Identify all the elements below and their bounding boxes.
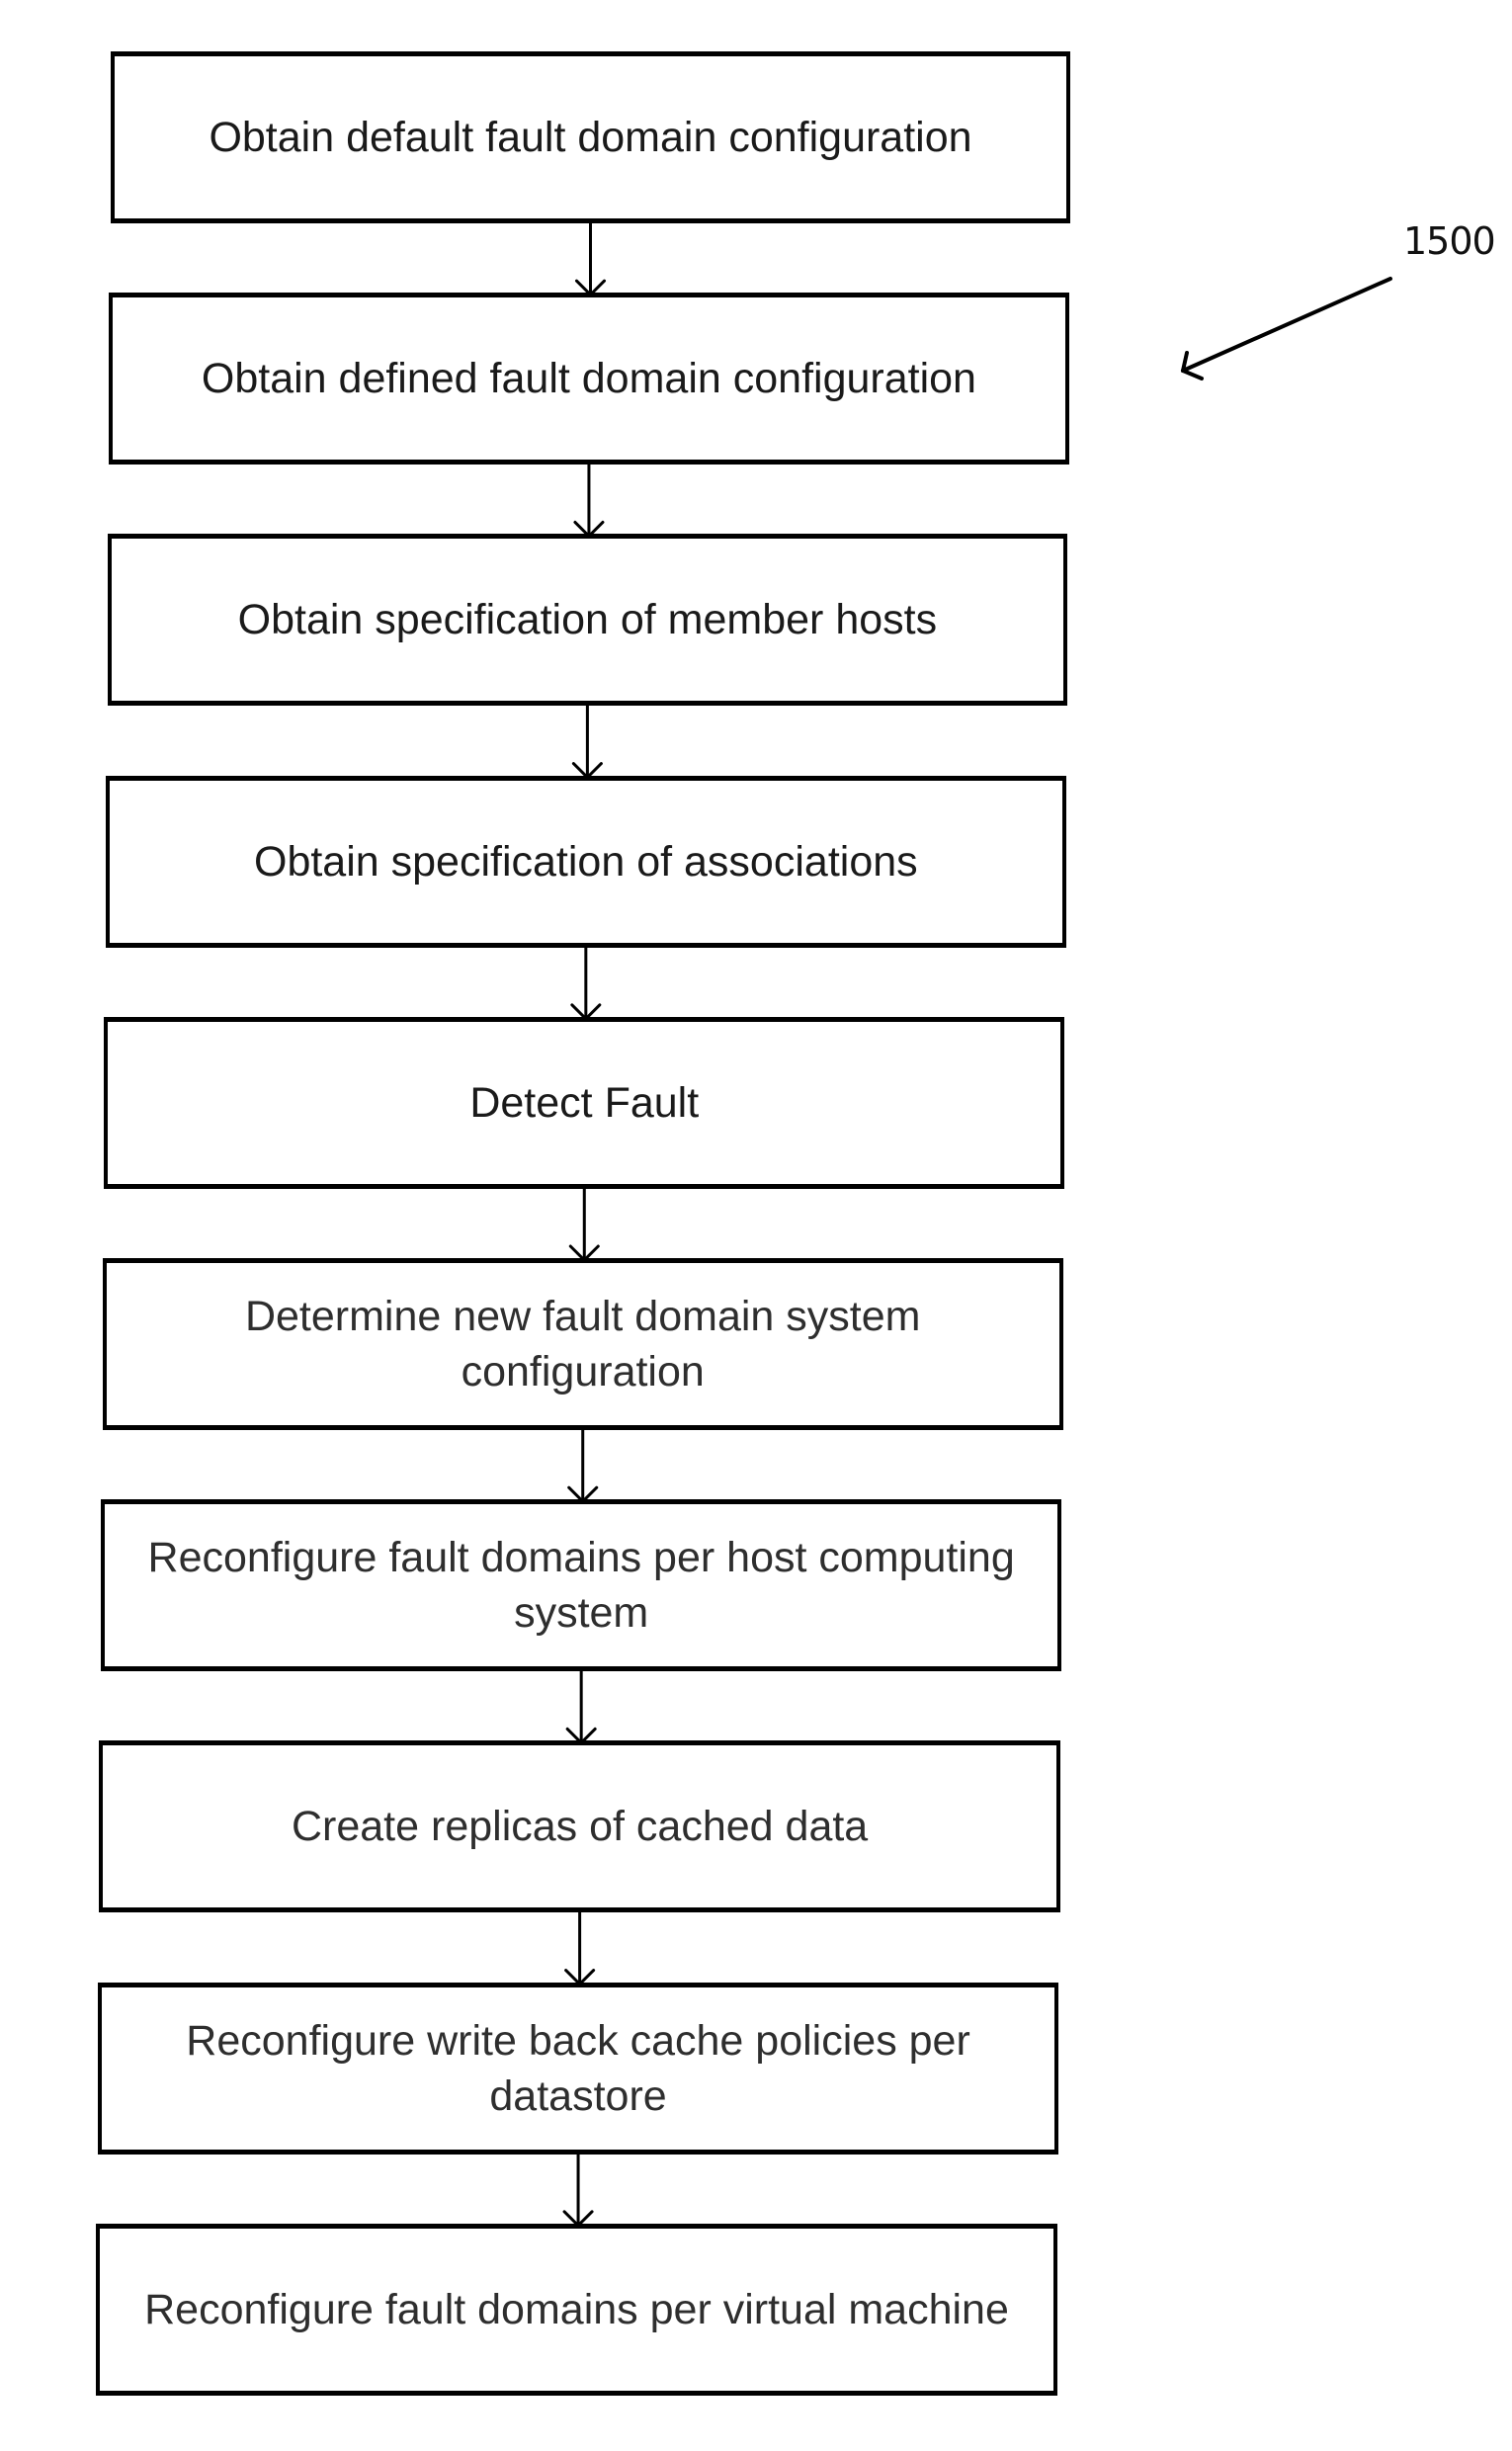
figure-reference-number: 1500: [1403, 219, 1496, 263]
step-label: Detect Fault: [469, 1078, 700, 1127]
step-label: Obtain defined fault domain configuratio…: [201, 355, 976, 403]
step-label: Obtain specification of associations: [254, 837, 918, 886]
step-label: Reconfigure fault domains per host compu…: [147, 1534, 1015, 1638]
reference-pointer-arrow: [1181, 277, 1392, 373]
reference-pointer-head-bottom: [1181, 369, 1204, 380]
step-box-8: Create replicas of cached data: [99, 1740, 1060, 1913]
step-box-9: Reconfigure write back cache policies pe…: [97, 1982, 1059, 2155]
step-label: Obtain default fault domain configuratio…: [209, 114, 972, 161]
step-label: Create replicas of cached data: [291, 1803, 869, 1851]
step-box-5: Detect Fault: [104, 1016, 1065, 1189]
step-box-6: Determine new fault domain system config…: [102, 1258, 1063, 1430]
step-label: Determine new fault domain system config…: [244, 1293, 921, 1395]
step-box-7: Reconfigure fault domains per host compu…: [100, 1499, 1062, 1672]
step-box-4: Obtain specification of associations: [105, 775, 1066, 948]
step-box-2: Obtain defined fault domain configuratio…: [109, 293, 1069, 465]
step-box-1: Obtain default fault domain configuratio…: [111, 51, 1070, 223]
step-label: Reconfigure write back cache policies pe…: [186, 2016, 970, 2120]
step-label: Obtain specification of member hosts: [237, 596, 938, 644]
step-label: Reconfigure fault domains per virtual ma…: [144, 2285, 1009, 2333]
step-box-10: Reconfigure fault domains per virtual ma…: [95, 2223, 1058, 2396]
step-box-3: Obtain specification of member hosts: [107, 534, 1068, 707]
